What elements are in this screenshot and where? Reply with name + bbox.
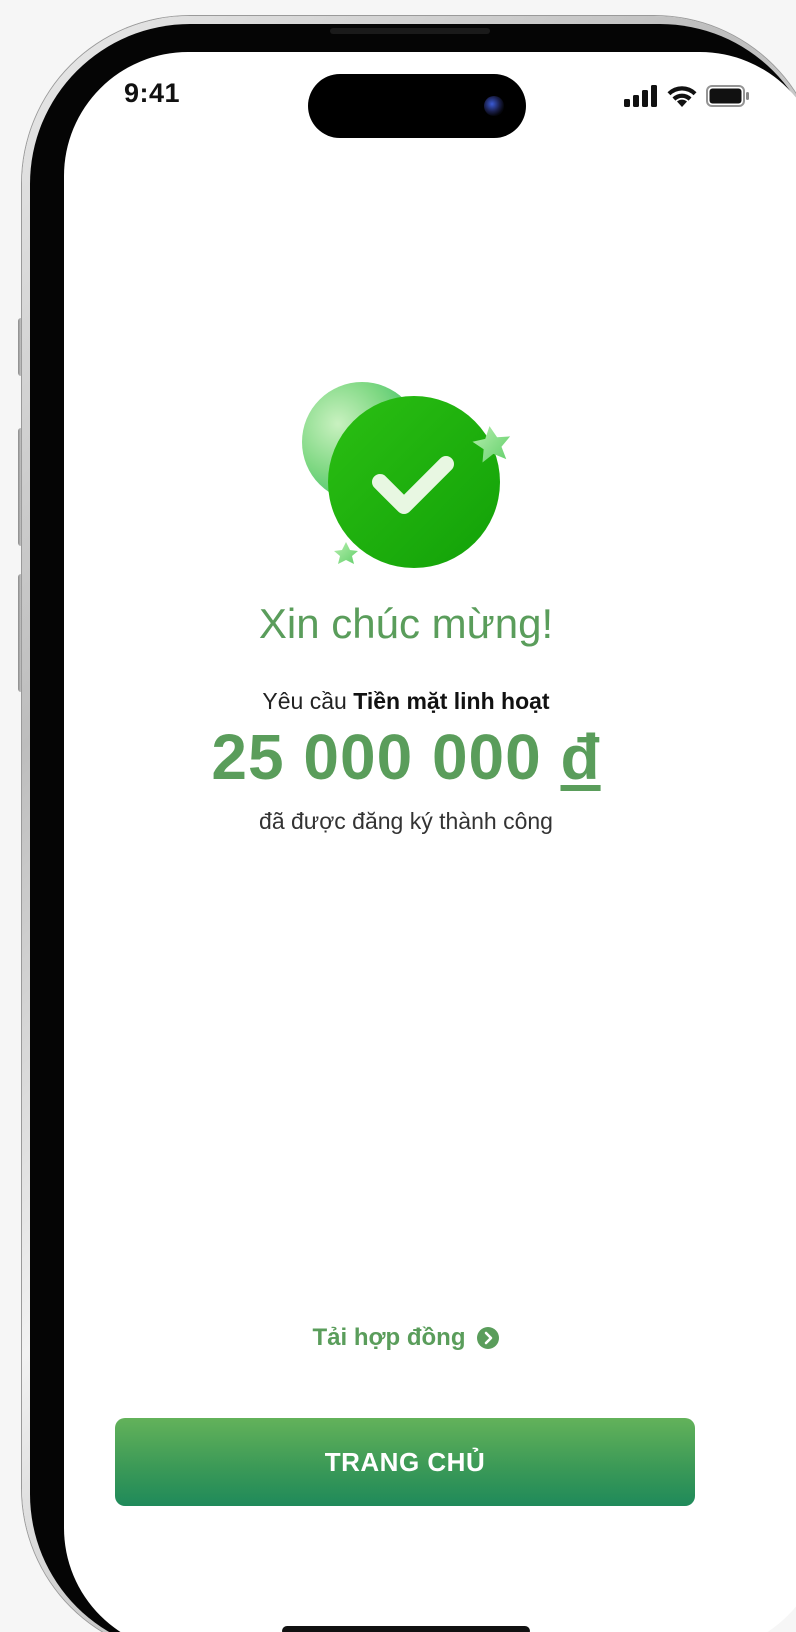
home-indicator[interactable] bbox=[282, 1626, 530, 1632]
status-time: 9:41 bbox=[124, 78, 181, 108]
amount-value: 25 000 000 bbox=[211, 721, 542, 793]
loan-amount: 25 000 000 đ bbox=[64, 720, 748, 794]
page: 9:41 Xin chúc mừng! Yêu cầu Tiền mặt lin… bbox=[0, 0, 796, 1632]
wifi-icon bbox=[667, 86, 697, 107]
product-name: Tiền mặt linh hoạt bbox=[353, 688, 550, 714]
star-small-icon bbox=[334, 542, 358, 564]
request-subtitle: Yêu cầu Tiền mặt linh hoạt bbox=[64, 688, 748, 715]
front-camera-icon bbox=[484, 96, 504, 116]
currency-symbol: đ bbox=[560, 721, 601, 793]
dynamic-island bbox=[308, 74, 526, 138]
success-check-icon bbox=[302, 382, 511, 568]
speaker-grille bbox=[330, 28, 490, 34]
battery-icon bbox=[706, 85, 749, 107]
home-button[interactable]: TRANG CHỦ bbox=[115, 1418, 695, 1506]
phone-screen: 9:41 Xin chúc mừng! Yêu cầu Tiền mặt lin… bbox=[64, 52, 796, 1632]
download-contract-link[interactable]: Tải hợp đồng bbox=[64, 1324, 748, 1352]
download-contract-label: Tải hợp đồng bbox=[312, 1324, 466, 1351]
chevron-right-circle-icon bbox=[476, 1327, 499, 1349]
home-button-label: TRANG CHỦ bbox=[324, 1446, 486, 1477]
success-title: Xin chúc mừng! bbox=[258, 600, 554, 647]
registration-message: đã được đăng ký thành công bbox=[259, 808, 553, 834]
status-icons bbox=[624, 82, 750, 110]
signal-icon bbox=[624, 85, 657, 107]
check-circle bbox=[328, 396, 500, 568]
subtitle-prefix: Yêu cầu bbox=[262, 688, 354, 714]
